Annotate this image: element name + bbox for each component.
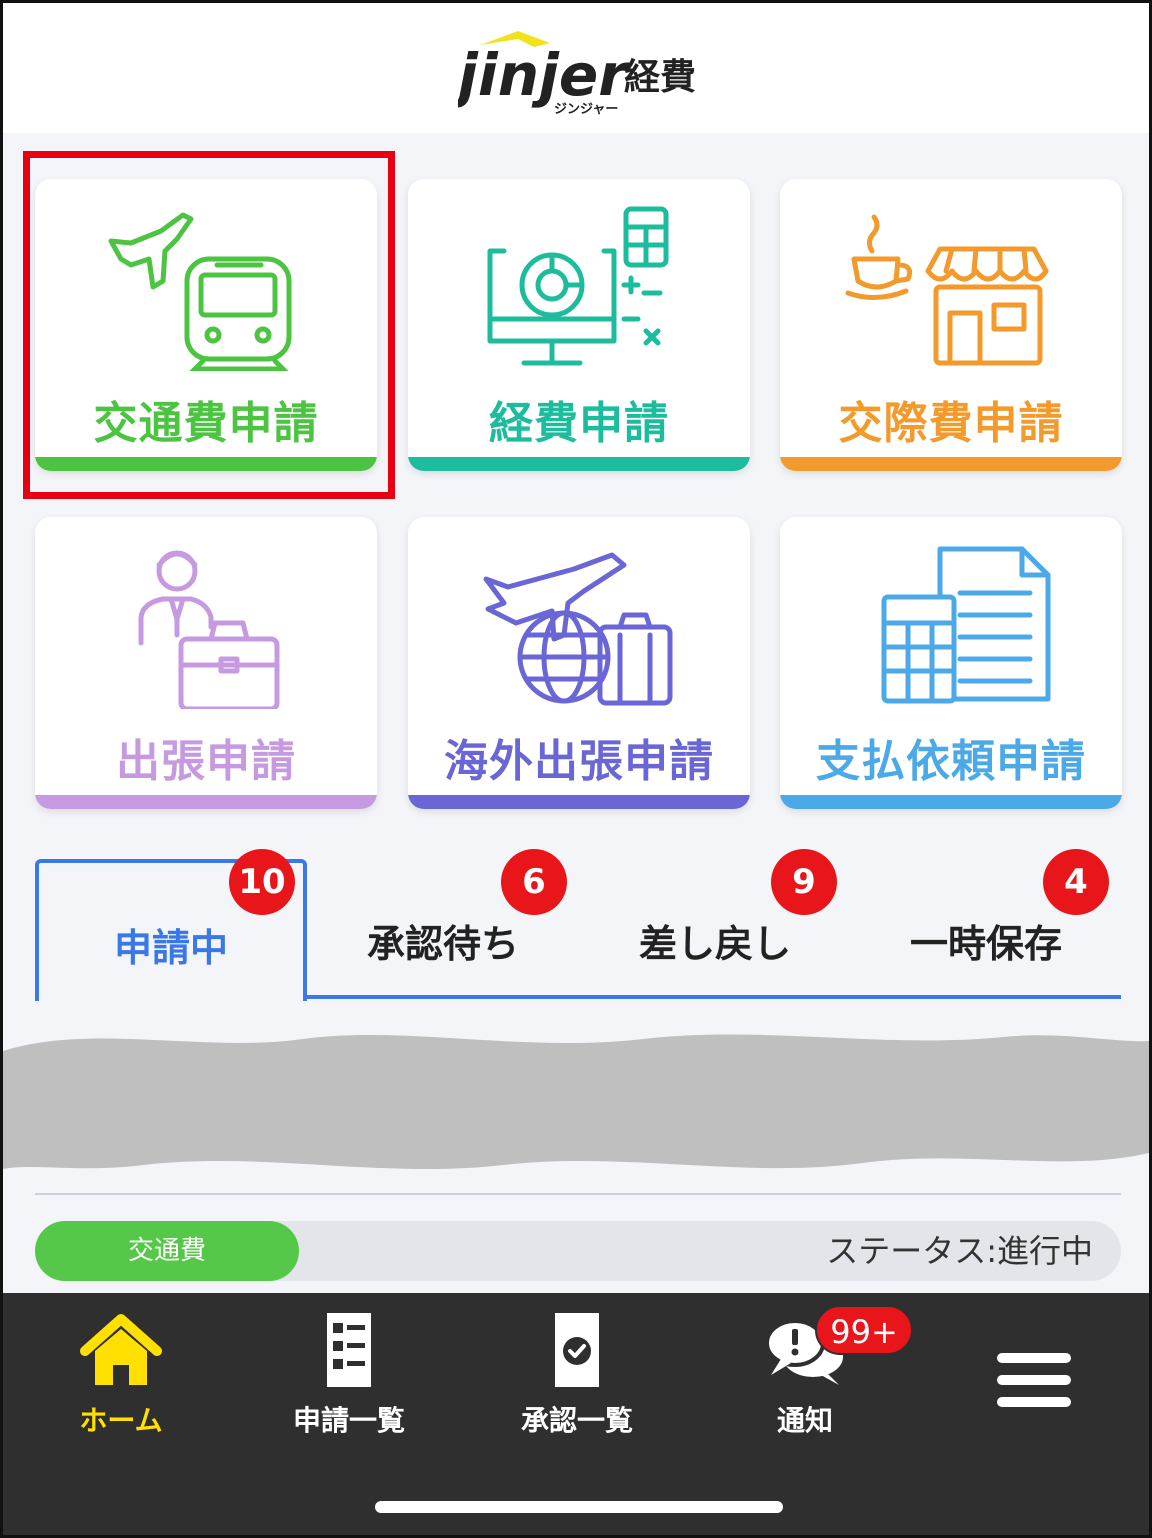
tile-label: 交際費申請 [838,398,1064,449]
tile-label: 経費申請 [489,398,669,449]
nav-notifications[interactable]: 通知 99+ [705,1305,913,1437]
tab-badge-count: 6 [501,849,567,915]
tile-payment-request[interactable]: 支払依頼申請 [780,517,1122,809]
status-text: ステータス:進行中 [826,1232,1093,1270]
nav-label: ホーム [79,1404,163,1437]
notification-badge: 99+ [815,1305,913,1355]
redacted-content [3,1034,1149,1170]
highlight-box [23,151,395,499]
hamburger-menu-icon [997,1353,1071,1407]
category-pill: 交通費 [35,1221,299,1281]
tile-label: 出張申請 [116,736,296,787]
tile-overseas-business-trip[interactable]: 海外出張申請 [408,517,750,809]
app-header: jinjer 経費 ジンジャー [3,3,1149,133]
list-document-icon [327,1313,371,1387]
plane-globe-suitcase-icon [483,552,673,706]
tab-badge-count: 10 [229,849,295,915]
tab-label: 一時保存 [909,922,1062,966]
tab-badge-count: 4 [1043,849,1109,915]
logo-subtitle: ジンジャー [554,102,618,117]
home-icon [80,1314,162,1385]
tile-color-bar [408,457,750,471]
list-divider [35,1193,1121,1195]
nav-label: 承認一覧 [520,1404,633,1437]
tile-color-bar [780,457,1122,471]
tab-label: 申請中 [113,926,228,970]
tab-label: 差し戻し [638,922,791,966]
home-indicator[interactable] [375,1501,783,1513]
nav-home[interactable]: ホーム [21,1311,221,1437]
app-screen: jinjer 経費 ジンジャー 交通費申請 経費申請 交際費申請 出張申請 海外… [0,0,1152,1538]
monitor-calculator-icon [487,206,669,366]
nav-label: 申請一覧 [292,1404,405,1437]
nav-label: 通知 [776,1404,833,1437]
tile-business-trip[interactable]: 出張申請 [35,517,377,809]
nav-approval-list[interactable]: 承認一覧 [477,1311,677,1437]
tile-label: 海外出張申請 [444,736,714,787]
tile-entertainment-expense[interactable]: 交際費申請 [780,179,1122,471]
logo-suffix: 経費 [624,57,696,98]
tile-color-bar [35,795,377,809]
tab-badge-count: 9 [771,849,837,915]
list-item-status-row[interactable]: 交通費 ステータス:進行中 [35,1221,1121,1281]
tile-expense[interactable]: 経費申請 [408,179,750,471]
tab-label: 承認待ち [366,922,519,966]
tile-color-bar [408,795,750,809]
coffee-shop-icon [845,214,1049,366]
tile-color-bar [780,795,1122,809]
nav-menu[interactable] [933,1311,1133,1431]
approved-document-icon [555,1313,599,1387]
calculator-document-icon [881,546,1051,704]
nav-application-list[interactable]: 申請一覧 [249,1311,449,1437]
status-tabs: 申請中 承認待ち 差し戻し 一時保存 10 6 9 4 [35,849,1121,1005]
businessman-briefcase-icon [138,550,280,709]
jinjer-logo: jinjer 経費 ジンジャー [458,31,696,117]
logo-text: jinjer [458,41,630,109]
bottom-nav: ホーム 申請一覧 承認一覧 通知 99+ [3,1293,1149,1535]
tile-label: 支払依頼申請 [816,736,1086,787]
